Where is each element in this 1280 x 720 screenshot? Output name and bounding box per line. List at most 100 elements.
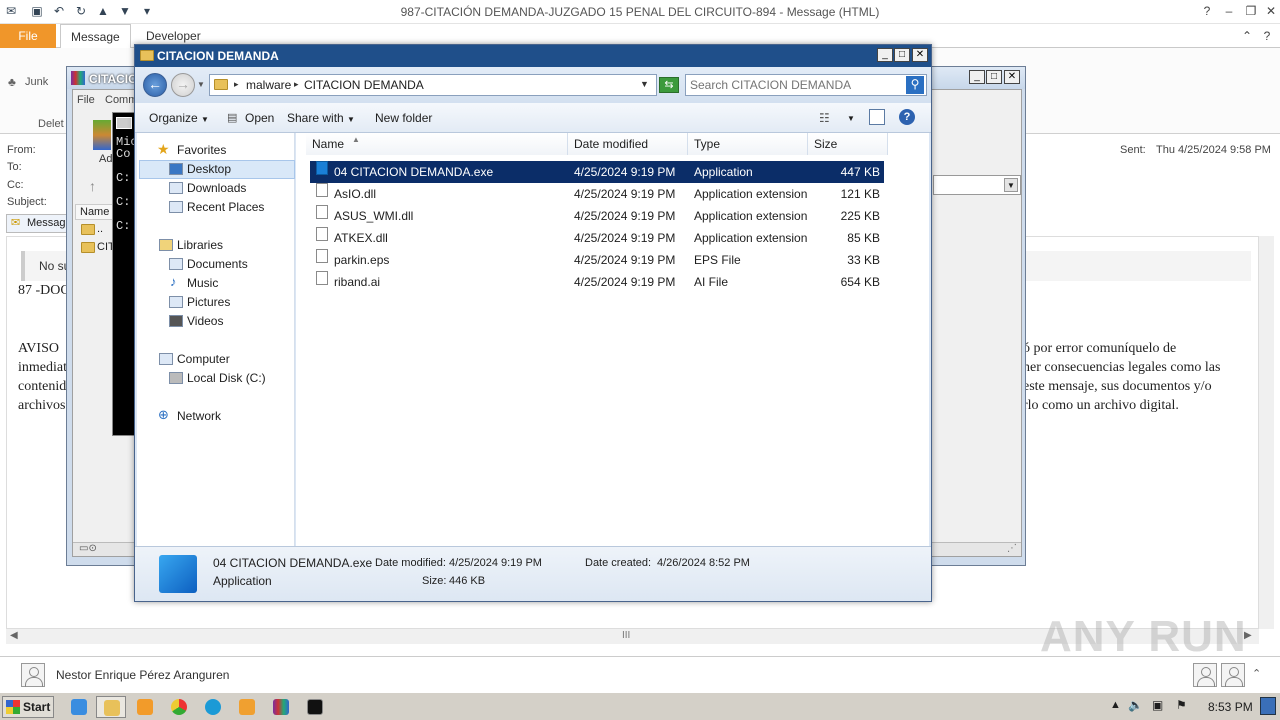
taskbar-cmd[interactable] (300, 696, 330, 718)
file-type: Application extension (694, 231, 808, 245)
start-button[interactable]: Start (2, 696, 54, 718)
view-options-icon[interactable]: ☷ (819, 111, 830, 125)
breadcrumb-current[interactable]: CITACION DEMANDA (304, 78, 424, 92)
nav-documents[interactable]: Documents (187, 255, 248, 273)
documents-icon (169, 258, 183, 270)
view-dropdown-icon[interactable]: ▼ (847, 114, 855, 123)
vertical-scrollbar[interactable] (1258, 236, 1274, 629)
action-center-flag-icon[interactable]: ⚑ (1176, 698, 1187, 712)
breadcrumb-malware[interactable]: malware (246, 78, 291, 92)
file-icon (316, 249, 328, 263)
search-input[interactable] (690, 77, 904, 93)
column-header-date[interactable]: Date modified (568, 133, 688, 155)
nav-favorites[interactable]: Favorites (177, 141, 226, 159)
forward-icon[interactable]: → (171, 73, 195, 97)
column-header-type[interactable]: Type (688, 133, 808, 155)
maximize-icon[interactable]: □ (894, 48, 910, 62)
file-row[interactable]: ATKEX.dll 4/25/2024 9:19 PM Application … (310, 227, 884, 249)
share-with-button[interactable]: Share with ▼ (287, 111, 355, 125)
minimize-icon[interactable]: – (1220, 3, 1238, 19)
tab-file[interactable]: File (0, 24, 56, 48)
start-label: Start (23, 700, 51, 714)
help-icon[interactable]: ? (899, 109, 915, 125)
minimize-icon[interactable]: _ (877, 48, 893, 62)
address-bar[interactable]: ▸ malware ▸ CITACION DEMANDA ▼ (209, 74, 657, 96)
clock[interactable]: 8:53 PM (1208, 700, 1253, 714)
open-button[interactable]: Open (245, 111, 274, 125)
breadcrumb-chevron-icon[interactable]: ▸ (294, 79, 299, 90)
scroll-thumb-grip[interactable]: III (622, 630, 630, 641)
search-box[interactable]: ⚲ (685, 74, 927, 96)
aviso-word-4: archivos (18, 398, 66, 413)
tab-message[interactable]: Message (60, 24, 131, 48)
nav-recent-places[interactable]: Recent Places (187, 198, 264, 216)
videos-icon (169, 315, 183, 327)
nav-desktop[interactable]: Desktop (187, 160, 231, 178)
resize-grip-icon[interactable]: ⋰ (1007, 543, 1017, 554)
preview-pane-icon[interactable] (869, 109, 885, 125)
volume-icon[interactable]: 🔈 (1128, 698, 1143, 712)
winrar-up-icon[interactable]: ↑ (89, 178, 96, 194)
address-dropdown-icon[interactable]: ▼ (640, 79, 649, 89)
column-header-name[interactable]: Name ▲ (306, 133, 568, 155)
winrar-add-button[interactable]: Ad (99, 153, 112, 165)
organize-label: Organize (149, 111, 198, 125)
back-icon[interactable]: ← (143, 73, 167, 97)
file-row[interactable]: AsIO.dll 4/25/2024 9:19 PM Application e… (310, 183, 884, 205)
help-icon[interactable]: ? (1198, 3, 1216, 19)
winrar-minimize-icon[interactable]: _ (969, 70, 985, 84)
close-icon[interactable]: ✕ (912, 48, 928, 62)
winrar-close-icon[interactable]: ✕ (1004, 70, 1020, 84)
file-row[interactable]: parkin.eps 4/25/2024 9:19 PM EPS File 33… (310, 249, 884, 271)
aviso-word-2: inmediat (18, 360, 67, 375)
show-hidden-icons[interactable]: ▲ (1110, 699, 1121, 711)
show-desktop-icon[interactable] (1260, 697, 1276, 715)
close-icon[interactable]: ✕ (1262, 3, 1280, 19)
taskbar-winrar[interactable] (266, 696, 296, 718)
nav-local-disk[interactable]: Local Disk (C:) (187, 369, 266, 387)
navigation-pane: ★ Favorites Desktop Downloads Recent Pla… (137, 133, 295, 546)
breadcrumb-chevron-icon[interactable]: ▸ (234, 79, 239, 90)
restore-icon[interactable]: ❐ (1242, 3, 1260, 19)
winrar-row-parent[interactable]: .. (97, 223, 103, 235)
file-list: Name ▲ Date modified Type Size 04 CITACI… (296, 133, 929, 546)
nav-pictures[interactable]: Pictures (187, 293, 230, 311)
new-folder-button[interactable]: New folder (375, 111, 432, 125)
recent-pages-icon[interactable]: ▼ (197, 80, 205, 89)
nav-videos[interactable]: Videos (187, 312, 223, 330)
taskbar-media-player[interactable] (130, 696, 160, 718)
taskbar-explorer[interactable] (96, 696, 126, 718)
taskbar-chrome[interactable] (164, 696, 194, 718)
file-row[interactable]: 04 CITACION DEMANDA.exe 4/25/2024 9:19 P… (310, 161, 884, 183)
taskbar-ie[interactable] (64, 696, 94, 718)
scroll-left-icon[interactable]: ◀ (10, 630, 18, 641)
organize-button[interactable]: Organize ▼ (149, 111, 209, 125)
help-icon[interactable]: ? (1258, 28, 1276, 44)
nav-computer[interactable]: Computer (177, 350, 230, 368)
junk-icon: ♣ (8, 75, 16, 89)
libraries-icon (159, 239, 173, 251)
chrome-icon (171, 699, 187, 715)
junk-button[interactable]: Junk (25, 76, 48, 88)
refresh-icon[interactable]: ⇆ (659, 77, 679, 93)
file-date: 4/25/2024 9:19 PM (574, 209, 676, 223)
winrar-maximize-icon[interactable]: □ (986, 70, 1002, 84)
expand-people-icon[interactable]: ⌃ (1252, 667, 1261, 680)
file-row[interactable]: riband.ai 4/25/2024 9:19 PM AI File 654 … (310, 271, 884, 293)
winrar-menu-commands[interactable]: Comm (105, 94, 137, 106)
nav-downloads[interactable]: Downloads (187, 179, 246, 197)
collapse-ribbon-icon[interactable]: ⌃ (1238, 28, 1256, 44)
network-icon[interactable]: ▣ (1152, 698, 1163, 712)
taskbar-outlook[interactable] (232, 696, 262, 718)
winrar-path-dropdown[interactable]: ▼ (933, 175, 1021, 195)
search-icon[interactable]: ⚲ (906, 76, 924, 94)
details-size-label: Size: (422, 575, 447, 587)
people-name[interactable]: Nestor Enrique Pérez Aranguren (56, 668, 229, 682)
winrar-menu-file[interactable]: File (77, 94, 95, 106)
file-row[interactable]: ASUS_WMI.dll 4/25/2024 9:19 PM Applicati… (310, 205, 884, 227)
nav-network[interactable]: Network (177, 407, 221, 425)
nav-music[interactable]: Music (187, 274, 218, 292)
nav-libraries[interactable]: Libraries (177, 236, 223, 254)
column-header-size[interactable]: Size (808, 133, 888, 155)
taskbar-edge[interactable] (198, 696, 228, 718)
